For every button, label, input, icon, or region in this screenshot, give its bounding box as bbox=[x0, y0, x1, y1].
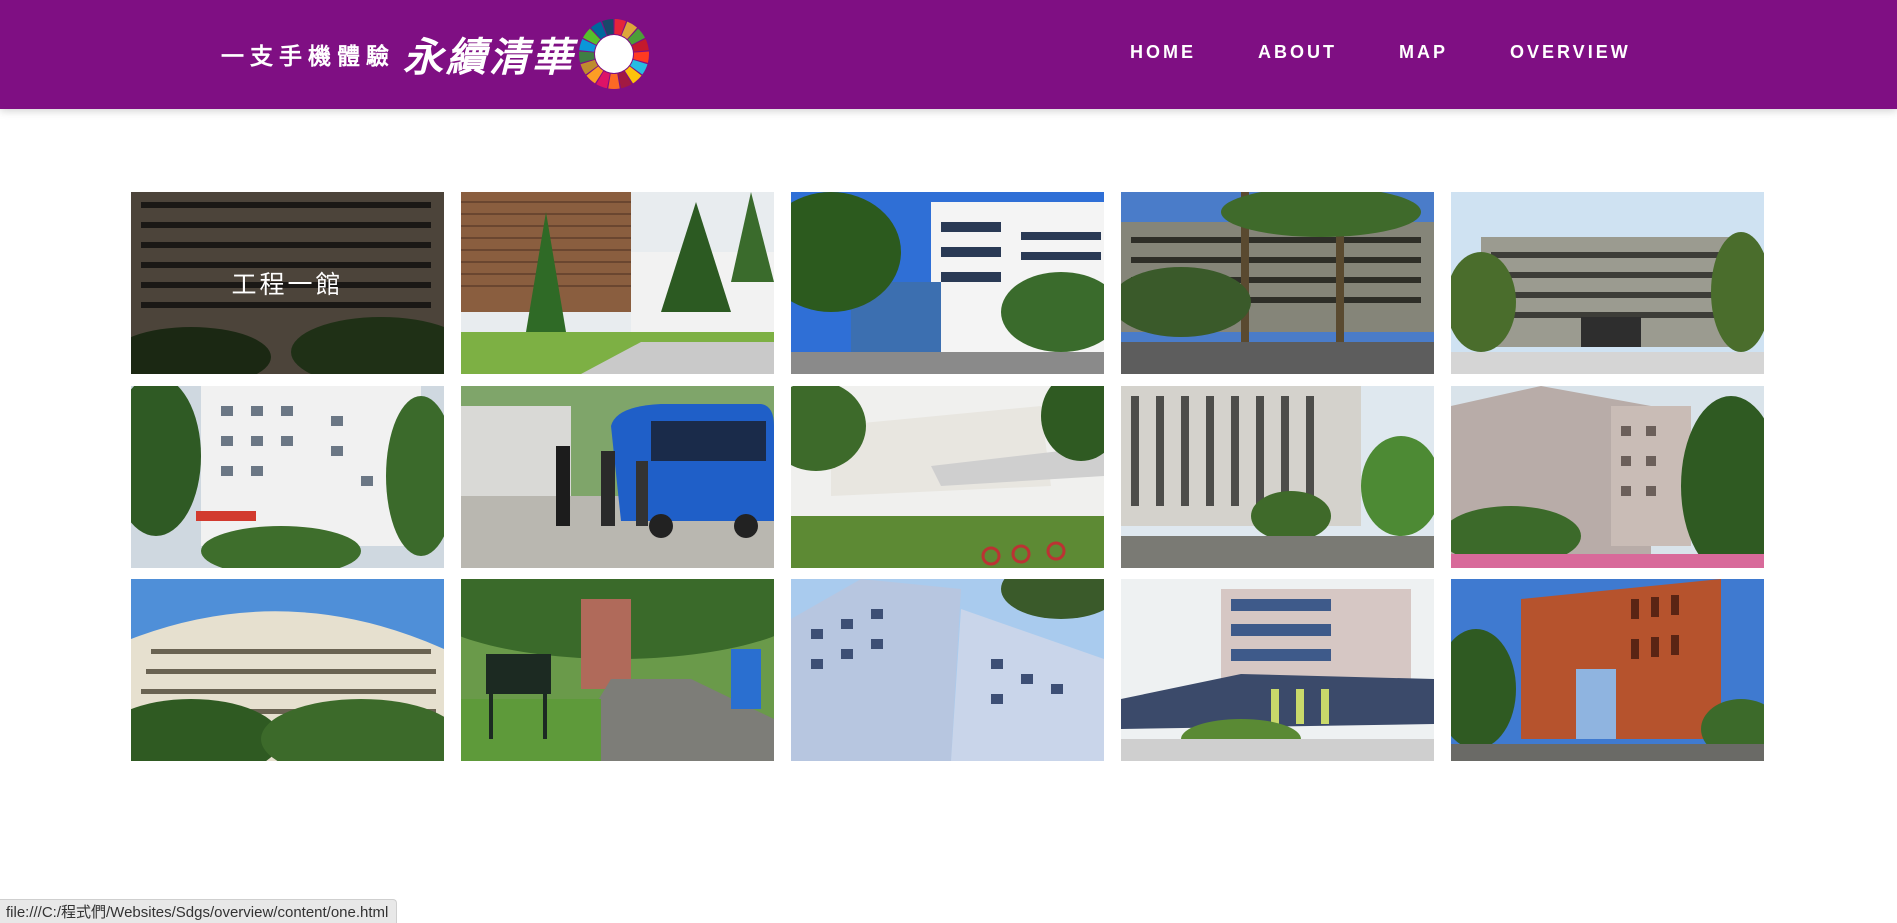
gallery-tile-2[interactable] bbox=[461, 192, 774, 374]
gallery-tile-3[interactable] bbox=[791, 192, 1104, 374]
browser-status-bar: file:///C:/程式們/Websites/Sdgs/overview/co… bbox=[0, 899, 398, 923]
gallery-tile-14[interactable] bbox=[1121, 579, 1434, 761]
brand-logo-link[interactable]: 一支手機體驗 永續清華 bbox=[221, 14, 651, 94]
brand-tagline: 一支手機體驗 bbox=[221, 44, 395, 70]
gallery-tile-8[interactable] bbox=[791, 386, 1104, 568]
gallery-tile-15[interactable] bbox=[1451, 579, 1764, 761]
building-photo bbox=[1451, 579, 1764, 761]
gallery-tile-9[interactable] bbox=[1121, 386, 1434, 568]
sdg-wheel-icon bbox=[579, 19, 649, 89]
gallery-tile-11[interactable] bbox=[131, 579, 444, 761]
nav-about[interactable]: ABOUT bbox=[1258, 42, 1337, 63]
building-photo bbox=[461, 386, 774, 568]
brand-title: 永續清華 bbox=[403, 34, 575, 81]
gallery-tile-7[interactable] bbox=[461, 386, 774, 568]
building-photo bbox=[131, 579, 444, 761]
building-photo bbox=[1121, 579, 1434, 761]
gallery-tile-12[interactable] bbox=[461, 579, 774, 761]
building-photo bbox=[461, 192, 774, 374]
sdg-wheel-segment bbox=[608, 73, 620, 89]
site-header: 一支手機體驗 永續清華 HOME ABOUT MAP OVERVIEW bbox=[0, 0, 1897, 109]
building-photo bbox=[791, 192, 1104, 374]
building-photo bbox=[131, 386, 444, 568]
building-photo bbox=[791, 386, 1104, 568]
gallery-tile-4[interactable] bbox=[1121, 192, 1434, 374]
nav-home[interactable]: HOME bbox=[1130, 42, 1196, 63]
building-photo bbox=[1121, 192, 1434, 374]
gallery-tile-10[interactable] bbox=[1451, 386, 1764, 568]
main-nav: HOME ABOUT MAP OVERVIEW bbox=[1130, 32, 1631, 72]
tile-caption: 工程一館 bbox=[231, 270, 344, 299]
building-gallery: 工程一館 bbox=[131, 192, 1765, 761]
status-url: file:///C:/程式們/Websites/Sdgs/overview/co… bbox=[6, 904, 389, 921]
building-photo bbox=[461, 579, 774, 761]
building-photo bbox=[1451, 386, 1764, 568]
gallery-tile-5[interactable] bbox=[1451, 192, 1764, 374]
gallery-tile-13[interactable] bbox=[791, 579, 1104, 761]
building-photo bbox=[791, 579, 1104, 761]
gallery-tile-1[interactable]: 工程一館 bbox=[131, 192, 444, 374]
tile-hover-overlay: 工程一館 bbox=[131, 192, 444, 374]
gallery-tile-6[interactable] bbox=[131, 386, 444, 568]
sdg-wheel-center bbox=[595, 35, 633, 73]
nav-overview[interactable]: OVERVIEW bbox=[1510, 42, 1631, 63]
building-photo bbox=[1451, 192, 1764, 374]
building-photo bbox=[1121, 386, 1434, 568]
nav-map[interactable]: MAP bbox=[1399, 42, 1448, 63]
